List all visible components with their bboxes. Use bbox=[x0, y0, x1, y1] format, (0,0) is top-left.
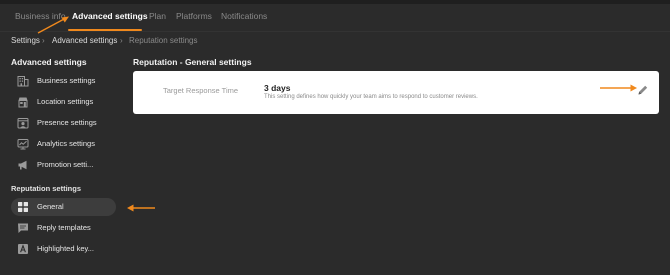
annotation-arrows bbox=[37, 16, 637, 212]
